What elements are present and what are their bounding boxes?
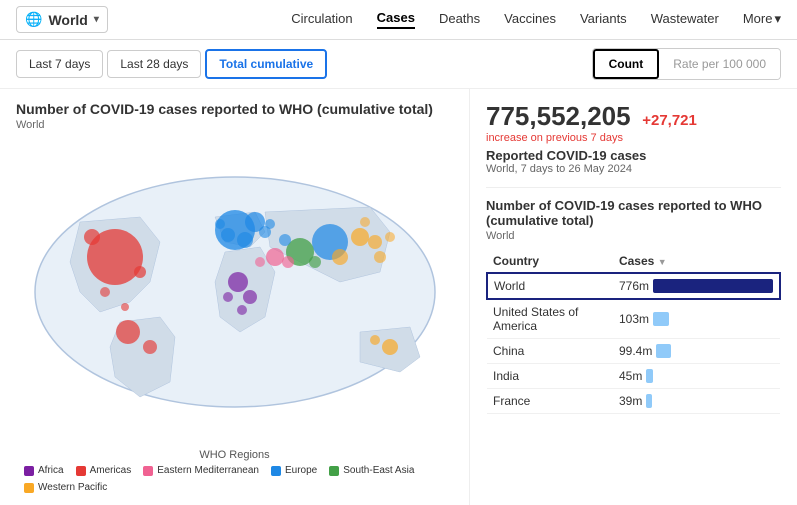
sub-header: Last 7 days Last 28 days Total cumulativ… [0, 40, 797, 89]
legend-africa-label: Africa [38, 465, 64, 476]
app-header: 🌐 World ▾ Circulation Cases Deaths Vacci… [0, 0, 797, 40]
world-label: World [48, 12, 87, 28]
bar-india [646, 369, 653, 383]
stat-meta: World, 7 days to 26 May 2024 [486, 163, 781, 175]
legend-title: WHO Regions [16, 449, 453, 461]
table-wrapper[interactable]: Country Cases ▼ World 776 [486, 250, 781, 414]
americas-color [76, 466, 86, 476]
nav-more[interactable]: More ▾ [743, 11, 781, 29]
table-row-usa: United States of America 103m [487, 299, 780, 339]
rate-button[interactable]: Rate per 100 000 [659, 49, 780, 79]
nav-deaths[interactable]: Deaths [439, 11, 480, 28]
legend-americas: Americas [76, 465, 132, 476]
eastern-med-color [143, 466, 153, 476]
bar-world [653, 279, 773, 293]
main-content: Number of COVID-19 cases reported to WHO… [0, 89, 797, 505]
map-title: Number of COVID-19 cases reported to WHO… [16, 101, 453, 117]
stat-block: 775,552,205 +27,721 increase on previous… [486, 101, 781, 175]
country-usa: United States of America [487, 299, 613, 339]
southeast-asia-color [329, 466, 339, 476]
tab-last-7-days[interactable]: Last 7 days [16, 50, 103, 78]
country-india: India [487, 364, 613, 389]
world-selector[interactable]: 🌐 World ▾ [16, 6, 108, 33]
tab-last-28-days[interactable]: Last 28 days [107, 50, 201, 78]
legend-southeast-asia-label: South-East Asia [343, 465, 414, 476]
country-france: France [487, 389, 613, 414]
cases-france: 39m [613, 389, 780, 414]
nav-vaccines[interactable]: Vaccines [504, 11, 556, 28]
stat-label: Reported COVID-19 cases [486, 148, 781, 163]
map-svg [20, 162, 450, 422]
table-row-world: World 776m [487, 273, 780, 299]
bar-france [646, 394, 652, 408]
nav-wastewater[interactable]: Wastewater [651, 11, 719, 28]
col-country[interactable]: Country [487, 250, 613, 273]
chevron-more-icon: ▾ [774, 11, 781, 27]
cases-india: 45m [613, 364, 780, 389]
stat-number: 775,552,205 [486, 101, 631, 131]
count-rate-toggle: Count Rate per 100 000 [592, 48, 781, 80]
table-row-china: China 99.4m [487, 339, 780, 364]
country-world: World [487, 273, 613, 299]
legend-africa: Africa [24, 465, 64, 476]
cases-world: 776m [613, 273, 780, 299]
legend-europe-label: Europe [285, 465, 317, 476]
tab-total-cumulative[interactable]: Total cumulative [205, 49, 327, 79]
legend-eastern-med: Eastern Mediterranean [143, 465, 259, 476]
legend-europe: Europe [271, 465, 317, 476]
legend-western-pacific-label: Western Pacific [38, 482, 107, 493]
legend-western-pacific: Western Pacific [24, 482, 107, 493]
legend-eastern-med-label: Eastern Mediterranean [157, 465, 259, 476]
nav-cases[interactable]: Cases [377, 10, 415, 29]
world-map [16, 139, 453, 445]
europe-color [271, 466, 281, 476]
nav-circulation[interactable]: Circulation [291, 11, 352, 28]
bar-china [656, 344, 671, 358]
chart-subtitle: World [486, 230, 781, 242]
chart-section: Number of COVID-19 cases reported to WHO… [486, 187, 781, 414]
globe-icon: 🌐 [25, 11, 42, 28]
africa-color [24, 466, 34, 476]
chevron-down-icon: ▾ [94, 14, 99, 25]
western-pacific-color [24, 483, 34, 493]
cases-china: 99.4m [613, 339, 780, 364]
cases-table: Country Cases ▼ World 776 [486, 250, 781, 414]
chart-title: Number of COVID-19 cases reported to WHO… [486, 198, 781, 228]
stat-increase: +27,721 [642, 112, 697, 129]
nav-variants[interactable]: Variants [580, 11, 627, 28]
left-panel: Number of COVID-19 cases reported to WHO… [0, 89, 470, 505]
count-button[interactable]: Count [593, 49, 660, 79]
map-legend: WHO Regions Africa Americas Eastern Medi… [16, 449, 453, 493]
table-row-india: India 45m [487, 364, 780, 389]
legend-southeast-asia: South-East Asia [329, 465, 414, 476]
cases-usa: 103m [613, 299, 780, 339]
col-cases[interactable]: Cases ▼ [613, 250, 780, 273]
bar-usa [653, 312, 669, 326]
country-china: China [487, 339, 613, 364]
map-subtitle: World [16, 119, 453, 131]
sort-icon: ▼ [658, 257, 667, 267]
nav-links: Circulation Cases Deaths Vaccines Varian… [291, 10, 781, 29]
legend-items: Africa Americas Eastern Mediterranean Eu… [16, 465, 453, 493]
legend-americas-label: Americas [90, 465, 132, 476]
right-panel: 775,552,205 +27,721 increase on previous… [470, 89, 797, 505]
table-row-france: France 39m [487, 389, 780, 414]
stat-increase-label: increase on previous 7 days [486, 132, 781, 144]
